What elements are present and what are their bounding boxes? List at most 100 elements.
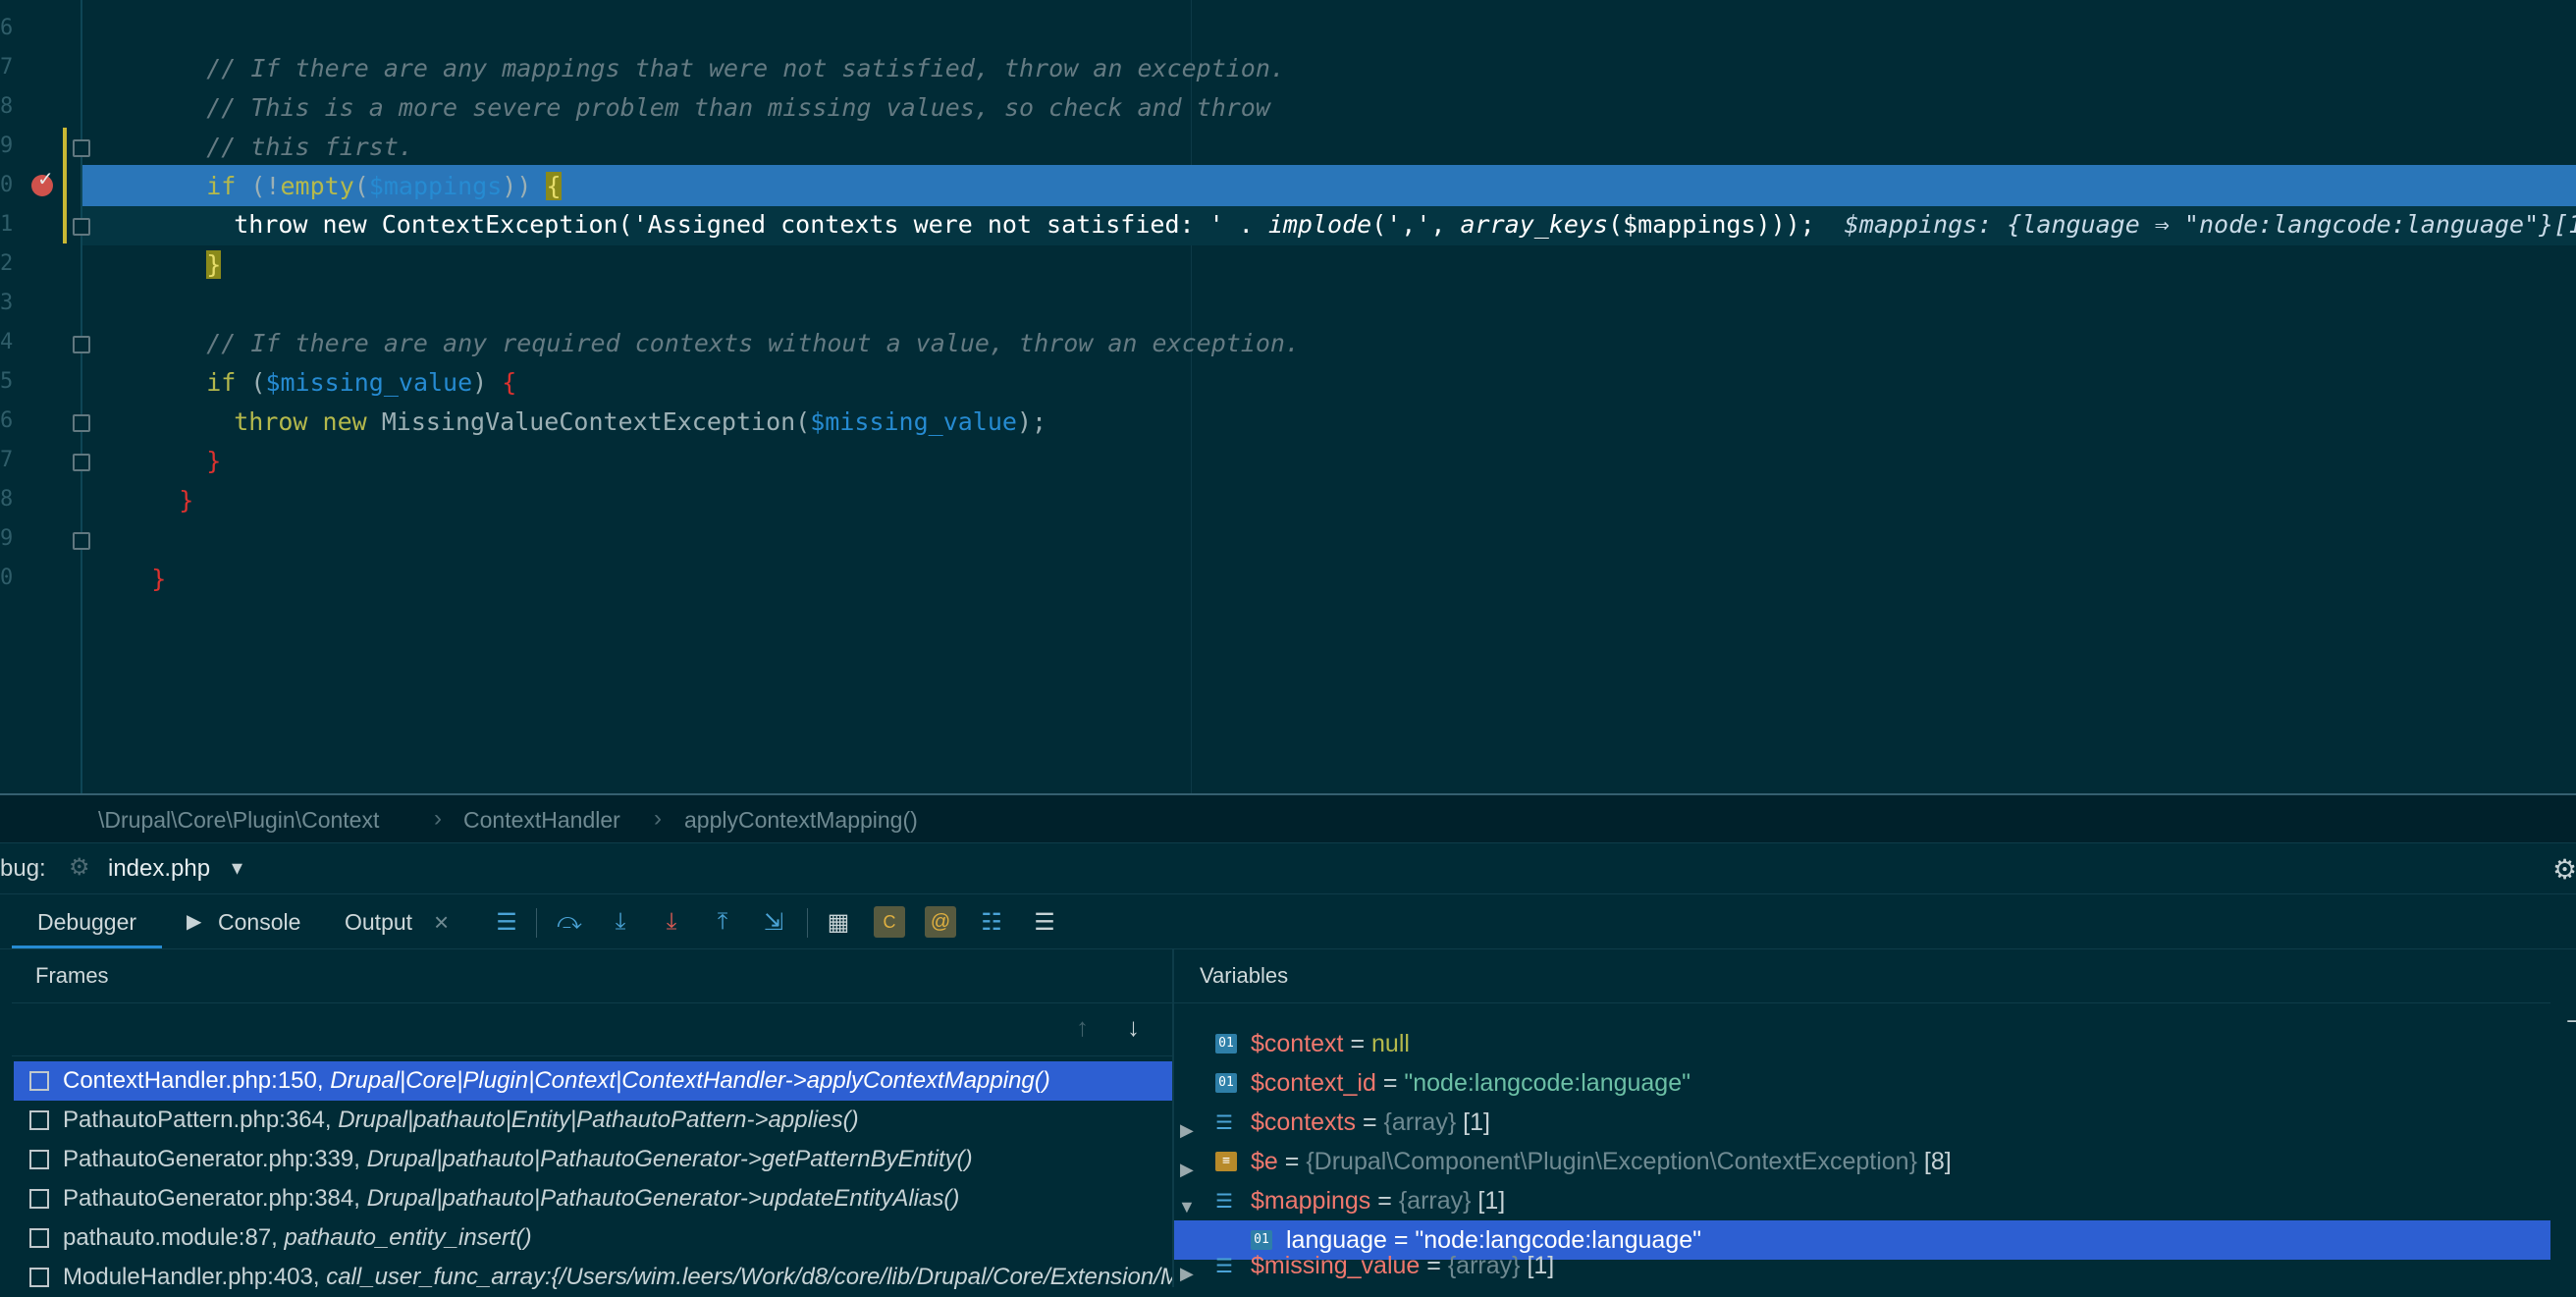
code-line[interactable]: throw new MissingValueContextException($… [175,363,1046,436]
gear-icon: ⚙ [69,854,90,881]
array-icon: ☰ [1215,1110,1233,1134]
class-name: MissingValueContextException( [381,407,811,436]
code-line[interactable]: if ($missing_value) { [147,324,516,397]
variable-row[interactable]: ▶ ≡ $e = {Drupal\Component\Plugin\Except… [1174,1142,2550,1181]
code-line[interactable]: // This is a more severe problem than mi… [147,49,1270,122]
settings-gear-icon[interactable]: ⚙ [2552,853,2576,886]
variable-row[interactable]: ▶ ☰ $contexts = {array} [1] [1174,1103,2550,1142]
panel-divider [12,1002,1172,1003]
add-watch-icon[interactable]: ☰ [1029,906,1060,938]
function-name: implode [1267,210,1372,239]
variable-type: {Drupal\Component\Plugin\Exception\Conte… [1306,1148,1917,1175]
line-number: 3 [0,291,14,315]
variable-name: $context_id [1251,1069,1376,1097]
frame-file: PathautoGenerator.php:384, [63,1185,367,1212]
run-to-cursor-icon[interactable]: ⇲ [758,906,789,938]
variable-equals: = [1277,1148,1307,1175]
vcs-changed-marker[interactable] [63,128,67,243]
step-out-icon[interactable]: ⤒ [707,906,738,938]
frame-row[interactable]: ContextHandler.php:150, Drupal|Core|Plug… [14,1061,1172,1101]
tab-debugger[interactable]: Debugger [37,894,136,949]
tab-output[interactable]: Output [345,894,412,949]
panel-divider [1174,1002,2550,1003]
force-step-into-icon[interactable]: ⤓ [656,906,687,938]
variable-value: null [1371,1030,1410,1057]
expand-arrow-icon[interactable]: ▶ [1180,1254,1194,1293]
editor-gutter[interactable]: 6 7 8 9 0 1 2 3 4 5 6 7 8 9 0 ✓ [0,0,90,793]
variable-count: [1] [1471,1187,1506,1215]
object-icon: 01 [1215,1034,1237,1054]
toggle-at-icon[interactable]: @ [925,906,956,938]
chevron-down-icon[interactable]: ▾ [232,855,242,881]
arrow-down-icon[interactable]: ↓ [1127,1012,1140,1043]
code-line[interactable]: } [92,520,166,593]
code-line[interactable]: } [147,403,221,475]
fold-marker-icon[interactable] [73,454,90,471]
fold-marker-icon[interactable] [73,336,90,353]
close-icon[interactable]: × [434,894,449,949]
variable-count: [1] [1456,1108,1490,1136]
class-name: ContextException( [381,210,633,239]
frame-row[interactable]: PathautoPattern.php:364, Drupal|pathauto… [14,1101,1172,1140]
code-line[interactable]: // this first. [147,88,413,161]
fold-marker-icon[interactable] [73,414,90,432]
frames-list-icon[interactable]: ☷ [976,906,1007,938]
variable: $missing_value [810,407,1017,436]
code-line[interactable]: } [147,206,222,279]
debug-config-tab[interactable]: index.php [108,855,210,883]
line-number: 0 [0,566,14,590]
frames-panel: Frames ↑ ↓ ContextHandler.php:150, Drupa… [0,948,1172,1290]
variable-row[interactable]: 01 $context_id = "node:langcode:language… [1174,1063,2550,1103]
console-icon: ▶ [187,911,202,933]
inline-debug-value[interactable]: $mappings: {language ⇒ "node:langcode:la… [1845,210,2576,239]
brace: } [179,486,194,514]
fold-marker-icon[interactable] [73,139,90,157]
code-line[interactable]: // If there are any required contexts wi… [147,285,1300,357]
minus-icon[interactable]: − [2566,1008,2576,1036]
frame-icon [29,1189,49,1209]
frame-row[interactable]: ModuleHandler.php:403, call_user_func_ar… [14,1258,1172,1297]
variables-title: Variables [1200,963,1289,988]
line-number: 1 [0,212,14,237]
frame-row[interactable]: PathautoGenerator.php:384, Drupal|pathau… [14,1179,1172,1218]
frame-row[interactable]: PathautoGenerator.php:339, Drupal|pathau… [14,1140,1172,1179]
fold-marker-icon[interactable] [73,218,90,236]
variable-count: [1] [1520,1252,1555,1279]
execution-line[interactable]: throw new ContextException('Assigned con… [175,166,2576,239]
variables-panel: Variables − 01 $context = null 01 $conte… [1172,948,2576,1287]
object-icon: 01 [1215,1073,1237,1093]
frame-method: Drupal|Core|Plugin|Context|ContextHandle… [330,1067,1050,1094]
frame-row[interactable]: pathauto.module:87, pathauto_entity_inse… [14,1218,1172,1258]
debug-tool-window-header: bug: ⚙ index.php ▾ ⚙ [0,842,2576,894]
variable-row[interactable]: ▼ ☰ $mappings = {array} [1] [1174,1181,2550,1220]
variable-row[interactable]: ▶ ☰ $missing_value = {array} [1] [1174,1246,2550,1285]
line-number: 2 [0,251,14,276]
variable-row[interactable]: 01 $context = null [1174,1024,2550,1063]
exception-object-icon: ≡ [1215,1152,1237,1171]
evaluate-expression-icon[interactable]: ▦ [823,906,854,938]
code-editor[interactable]: 6 7 8 9 0 1 2 3 4 5 6 7 8 9 0 ✓ // If th… [0,0,2576,793]
variable-name: $context [1251,1030,1344,1057]
code-line[interactable]: } [120,442,193,514]
string-literal: 'Assigned contexts were not satisfied: ' [632,210,1224,239]
line-number: 7 [0,55,14,80]
step-into-icon[interactable]: ⤓ [605,906,636,938]
frame-file: PathautoPattern.php:364, [63,1107,339,1133]
matched-brace: } [206,250,222,279]
tab-console[interactable]: Console [218,894,300,949]
breadcrumb-class[interactable]: ContextHandler [463,807,620,834]
array-icon: ☰ [1215,1254,1233,1277]
code-token: ); [1016,407,1047,436]
code-line[interactable]: if (!empty($mappings)) { [147,128,562,200]
step-over-icon[interactable]: ⤼ [554,906,585,938]
fold-marker-icon[interactable] [73,532,90,550]
code-line[interactable]: // If there are any mappings that were n… [147,10,1285,82]
toggle-c-icon[interactable]: C [874,906,905,938]
arrow-up-icon[interactable]: ↑ [1076,1012,1089,1043]
line-number: 8 [0,94,14,119]
breadcrumb-namespace[interactable]: \Drupal\Core\Plugin\Context [98,807,379,834]
show-execution-point-icon[interactable]: ☰ [491,906,522,938]
array-icon: ☰ [1215,1189,1233,1213]
frame-icon [29,1150,49,1169]
breadcrumb-method[interactable]: applyContextMapping() [684,807,918,834]
